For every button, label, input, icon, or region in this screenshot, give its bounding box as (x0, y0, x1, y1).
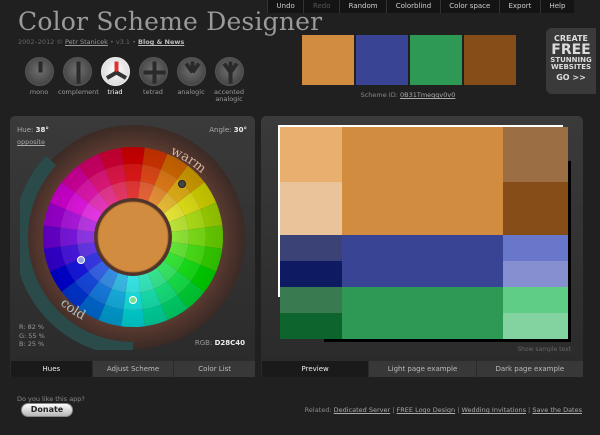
preview-grid (280, 127, 568, 339)
footer-link-free-logo[interactable]: FREE Logo Design (397, 406, 456, 414)
related-label: Related: (304, 406, 332, 414)
tetrad-scheme-icon (138, 57, 168, 86)
scheme-tetrad[interactable]: tetrad (134, 57, 172, 103)
left-tab-hues[interactable]: Hues (10, 361, 92, 377)
preview-second-b-light (503, 287, 568, 313)
rgb-hex-value[interactable]: D28C40 (215, 339, 245, 347)
scheme-label: accented analogic (214, 88, 244, 103)
app-subtitle: 2002–2012 © Petr Stanicek • v3.1 • Blog … (18, 38, 185, 46)
footer-link-save-dates[interactable]: Save the Dates (532, 406, 582, 414)
menu-redo[interactable]: Redo (303, 0, 339, 13)
hue-value: 38° (35, 126, 49, 134)
preview-panel: Show sample text (261, 116, 583, 361)
scheme-id-link[interactable]: 0B31Tmeqqv0v0 (400, 91, 455, 99)
preview-primary-main (342, 127, 503, 235)
scheme-mono[interactable]: mono (20, 57, 58, 103)
donate-button[interactable]: Donate (21, 403, 73, 417)
preview-second-a-main (342, 235, 503, 287)
footer-link-wedding[interactable]: Wedding Invitations (462, 406, 526, 414)
left-tabs: Hues Adjust Scheme Color List (10, 361, 256, 377)
top-menu: Undo Redo Random Colorblind Color space Expor… (267, 0, 574, 13)
scheme-label: tetrad (143, 88, 163, 96)
ad-line-4: WEBSITES (550, 63, 592, 71)
accented-analogic-scheme-icon (214, 57, 244, 86)
ad-line-2: FREE (551, 42, 591, 58)
menu-export[interactable]: Export (498, 0, 540, 13)
right-tabs: Preview Light page example Dark page examp… (261, 361, 583, 377)
rgb-percent-readout: R: 82 % G: 55 % B: 25 % (19, 323, 45, 349)
swatch-4[interactable] (464, 35, 516, 85)
scheme-analogic[interactable]: analogic (172, 57, 210, 103)
hue-readout: Hue: 38° (17, 126, 49, 134)
preview-second-b-dark (280, 313, 342, 339)
scheme-triad[interactable]: triad (96, 57, 134, 103)
swatch-1[interactable] (302, 35, 354, 85)
scheme-label: mono (29, 88, 49, 96)
red-percent: R: 82 % (19, 323, 45, 331)
preview-second-a-pale (503, 261, 568, 287)
menu-undo[interactable]: Undo (267, 0, 303, 13)
angle-value: 30° (233, 126, 247, 134)
base-color-disc (97, 201, 169, 273)
scheme-accented[interactable]: accented analogic (210, 57, 248, 103)
preview-primary-pale (280, 182, 342, 235)
donate-question: Do you like this app? (17, 395, 85, 403)
scheme-id-label: Scheme ID: (360, 91, 398, 99)
show-sample-text-link[interactable]: Show sample text (517, 346, 571, 353)
right-tab-preview[interactable]: Preview (261, 361, 369, 377)
green-percent: G: 55 % (19, 331, 45, 340)
angle-readout: Angle: 30° (209, 126, 247, 134)
mono-scheme-icon (24, 57, 54, 86)
ad-cta: GO >> (556, 73, 586, 82)
secondary-hue-handle-2[interactable] (129, 296, 137, 304)
scheme-complement[interactable]: complement (58, 57, 99, 103)
color-wheel[interactable]: warm cold (20, 124, 246, 350)
left-tab-adjust-scheme[interactable]: Adjust Scheme (91, 361, 174, 377)
right-tab-dark-page-example[interactable]: Dark page example (475, 361, 583, 377)
menu-colorblind[interactable]: Colorblind (386, 0, 440, 13)
preview-primary-dark (503, 182, 568, 235)
menu-color-space[interactable]: Color space (439, 0, 499, 13)
complement-scheme-icon (62, 57, 92, 86)
scheme-label: triad (107, 88, 123, 96)
preview-second-b-main (342, 287, 503, 339)
preview-second-b-muted (280, 287, 342, 313)
swatch-2[interactable] (356, 35, 408, 85)
scheme-label: complement (58, 88, 99, 96)
blog-news-link[interactable]: Blog & News (138, 38, 184, 46)
rgb-hex-readout: RGB: D28C40 (194, 339, 245, 347)
version-text: • v3.1 (109, 38, 131, 46)
preview-second-a-muted (280, 235, 342, 261)
right-tab-light-page-example[interactable]: Light page example (368, 361, 476, 377)
primary-hue-handle[interactable] (178, 180, 186, 188)
ad-banner[interactable]: CREATE FREE STUNNING WEBSITES GO >> (546, 28, 596, 94)
footer-links: Related: Dedicated Server | FREE Logo De… (304, 406, 582, 414)
menu-random[interactable]: Random (339, 0, 386, 13)
scheme-type-selector: mono complement triad tetrad analogic accente… (20, 57, 248, 103)
scheme-swatches (302, 35, 516, 85)
triad-scheme-icon (100, 57, 130, 86)
blue-percent: B: 25 % (19, 340, 45, 348)
footer-link-dedicated-server[interactable]: Dedicated Server (334, 406, 391, 414)
hue-panel: warm cold Hue: 38° opposite Angle: 30° R… (10, 116, 255, 361)
secondary-hue-handle-1[interactable] (77, 256, 85, 264)
preview-second-a-light (503, 235, 568, 261)
preview-primary-light (280, 127, 342, 182)
analogic-scheme-icon (176, 57, 206, 86)
preview-primary-muted (503, 127, 568, 182)
opposite-link[interactable]: opposite (17, 138, 45, 146)
preview-second-a-dark (280, 261, 342, 287)
swatch-3[interactable] (410, 35, 462, 85)
scheme-id: Scheme ID: 0B31Tmeqqv0v0 (302, 91, 514, 99)
scheme-label: analogic (177, 88, 205, 96)
menu-help[interactable]: Help (539, 0, 574, 13)
preview-second-b-pale (503, 313, 568, 339)
left-tab-color-list[interactable]: Color List (173, 361, 256, 377)
author-link[interactable]: Petr Stanicek (65, 38, 108, 46)
copyright-text: 2002–2012 © (18, 38, 63, 46)
